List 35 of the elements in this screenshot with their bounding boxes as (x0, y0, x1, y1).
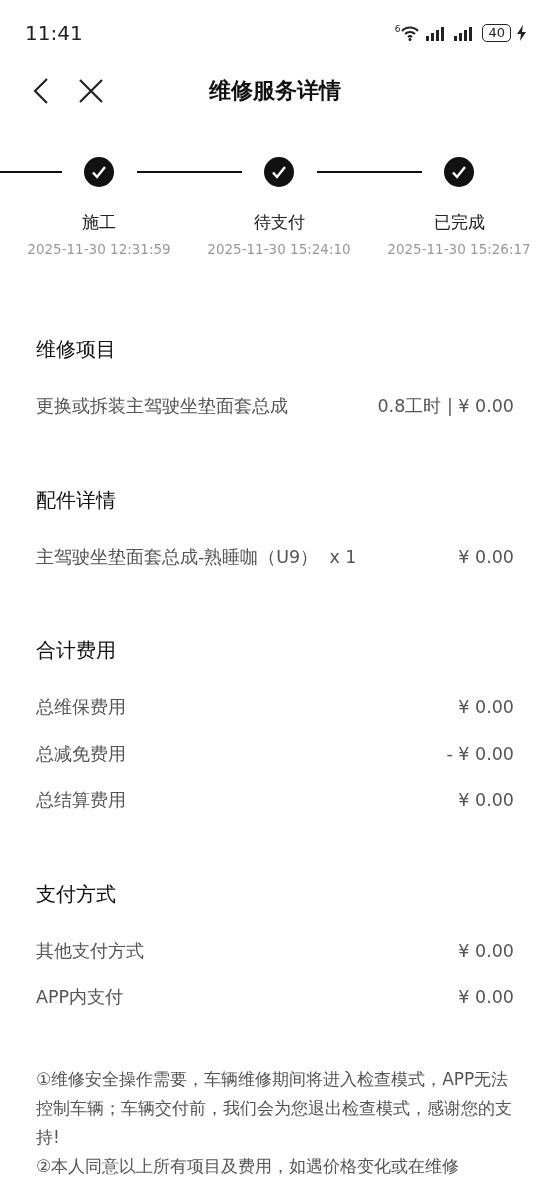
section-heading: 配件详情 (36, 486, 117, 514)
item-amount: 0.8工时 | ¥ 0.00 (377, 395, 514, 418)
section-heading: 支付方式 (36, 880, 117, 908)
section-heading: 合计费用 (36, 637, 117, 664)
step-label: 已完成 (433, 211, 485, 234)
battery-level: 40 (482, 24, 511, 42)
item-label: 主驾驶坐垫面套总成-熟睡咖（U9） x 1 (36, 545, 357, 569)
item-label: 总减免费用 (36, 742, 126, 766)
step-time: 2025-11-30 12:31:59 (27, 240, 171, 259)
step-time: 2025-11-30 15:24:10 (207, 240, 351, 259)
item-amount: - ¥ 0.00 (446, 742, 514, 766)
item-label: 总结算费用 (36, 789, 126, 812)
notice-paragraph: ①维修安全操作需要，车辆维修期间将进入检查模式，APP无法控制车辆；车辆交付前，我们会为您退出检查模式，感谢您的支持! (36, 1067, 513, 1149)
clock-time: 11:41 (25, 21, 84, 45)
step-label: 待支付 (253, 211, 305, 234)
item-amount: ¥ 0.00 (458, 986, 514, 1009)
back-icon (33, 78, 49, 104)
step-time: 2025-11-30 15:26:17 (387, 240, 531, 259)
item-amount: ¥ 0.00 (458, 696, 514, 719)
item-label: APP内支付 (36, 986, 124, 1009)
item-label: 总维保费用 (36, 696, 126, 719)
close-icon (79, 79, 103, 103)
wifi-standard-label: 6 (394, 25, 401, 34)
item-label: 更换或拆装主驾驶坐垫面套总成 (36, 395, 288, 418)
step-label: 施工 (82, 211, 116, 234)
back-button[interactable] (33, 78, 49, 104)
wifi-icon (400, 25, 421, 41)
section-heading: 维修项目 (36, 336, 117, 363)
page-title: 维修服务详情 (208, 77, 342, 105)
item-amount: ¥ 0.00 (458, 789, 514, 812)
notice-paragraph: ②本人同意以上所有项目及费用，如遇价格变化或在维修 (36, 1154, 461, 1178)
item-label: 其他支付方式 (36, 939, 144, 963)
item-amount: ¥ 0.00 (458, 545, 514, 569)
item-amount: ¥ 0.00 (458, 939, 514, 963)
close-button[interactable] (79, 79, 103, 103)
